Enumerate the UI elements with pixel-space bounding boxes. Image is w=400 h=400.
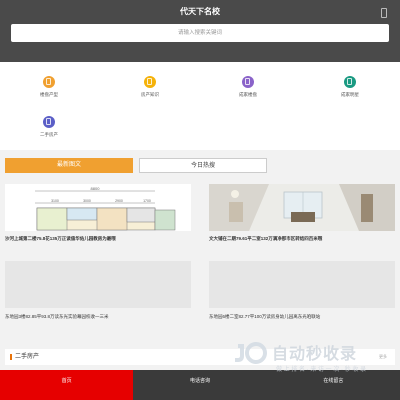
- listing-image[interactable]: [5, 261, 191, 308]
- tab-hot[interactable]: 今日热搜: [139, 158, 267, 173]
- phone-button[interactable]: 电话咨询: [133, 370, 267, 400]
- nav-label: 二手房产: [40, 132, 58, 137]
- listing-image[interactable]: [209, 261, 395, 308]
- floor-plan-drawing: 8800 3100 3000 2900 1700: [35, 186, 176, 231]
- book-icon: [144, 76, 156, 88]
- section-title: 二手房产: [15, 354, 40, 360]
- footer-bar: 首页 电话咨询 在线留言: [0, 370, 400, 400]
- nav-item-resale[interactable]: 二手房产: [19, 116, 79, 138]
- nav-label: 成家明星: [341, 92, 359, 97]
- nav-item-building[interactable]: 楼盘产型: [19, 76, 79, 98]
- card-title[interactable]: 东地园6楼二室82.77平100万读房身幼儿园离东光咱联站: [209, 314, 395, 320]
- floor-plan-image[interactable]: 8800 3100 3000 2900 1700: [5, 184, 191, 231]
- watermark-subtext: 做 上 排 名 · 来 访 一 次 · 秒 收 录: [276, 367, 367, 373]
- interior-photo-drawing: [209, 184, 395, 231]
- interior-photo[interactable]: [209, 184, 395, 231]
- menu-icon[interactable]: [381, 8, 387, 18]
- nav-item-knowledge[interactable]: 房产知识: [120, 76, 180, 98]
- watermark: 自动秒收录 做 上 排 名 · 来 访 一 次 · 秒 收 录: [232, 340, 392, 374]
- card-title[interactable]: 文大铺在二期79.61平二室132万满净那市区转结四百米哦: [209, 236, 395, 242]
- home-button[interactable]: 首页: [0, 370, 134, 400]
- nav-item-star[interactable]: 成家明星: [320, 76, 380, 98]
- nav-item-home-project[interactable]: 成家楼盘: [218, 76, 278, 98]
- site-title: 代天下名校: [180, 7, 220, 16]
- nav-panel: 楼盘产型 房产知识 成家楼盘 成家明星 二手房产: [0, 62, 400, 150]
- card-title[interactable]: 沙河上城第二楼75.8花135万正读值华佑儿园教房为最哦: [5, 236, 191, 242]
- plan-dim-4: 1700: [143, 199, 151, 203]
- tab-latest[interactable]: 最新图文: [5, 158, 133, 173]
- plan-dim-1: 3100: [51, 199, 59, 203]
- search-input[interactable]: 请输入搜索关键词: [11, 24, 389, 42]
- plan-dim-2: 3000: [83, 199, 91, 203]
- card-title[interactable]: 东地园3楼82.85平93.8万读东光实验幕园校收一三米: [5, 314, 191, 320]
- plan-dim-3: 2900: [115, 199, 123, 203]
- building-icon: [43, 76, 55, 88]
- nav-label: 成家楼盘: [239, 92, 257, 97]
- star-icon: [344, 76, 356, 88]
- watermark-logo-icon: [235, 342, 267, 364]
- plan-dim-top: 8800: [91, 186, 101, 191]
- search-placeholder: 请输入搜索关键词: [177, 30, 222, 36]
- nav-label: 楼盘产型: [40, 92, 58, 97]
- resale-icon: [43, 116, 55, 128]
- nav-label: 房产知识: [141, 92, 159, 97]
- house-icon: [242, 76, 254, 88]
- header: 代天下名校 请输入搜索关键词: [0, 0, 400, 62]
- watermark-text: 自动秒收录: [272, 346, 358, 363]
- message-button[interactable]: 在线留言: [266, 370, 400, 400]
